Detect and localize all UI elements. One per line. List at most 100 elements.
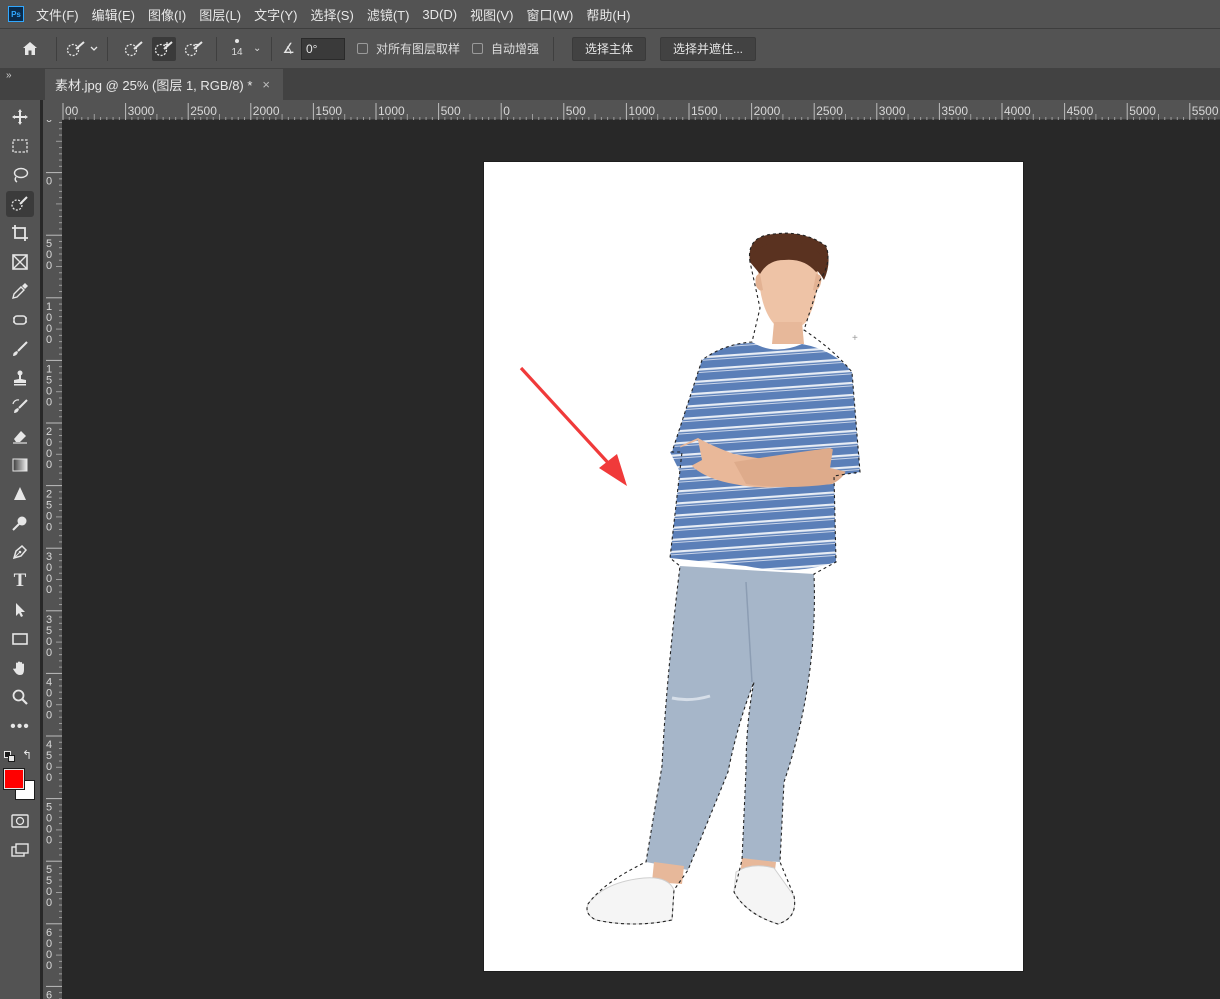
frame-icon[interactable] [6, 249, 34, 275]
menu-image[interactable]: 图像(I) [148, 5, 186, 24]
menu-type[interactable]: 文字(Y) [254, 5, 297, 24]
ruler-label: 2500 [190, 104, 217, 118]
gradient-icon[interactable] [6, 452, 34, 478]
options-bar: 14 ⌄ ∡ 0° 对所有图层取样 自动增强 选择主体 选择并遮住... [0, 28, 1220, 68]
ruler-label: 00 [65, 104, 79, 118]
screen-mode-icon[interactable] [6, 837, 34, 863]
separator [107, 36, 108, 61]
angle-icon: ∡ [282, 40, 295, 56]
menu-help[interactable]: 帮助(H) [586, 5, 630, 24]
chevron-down-icon: ⌄ [253, 43, 262, 54]
zoom-icon[interactable] [6, 684, 34, 710]
rectangle-icon[interactable] [6, 626, 34, 652]
swap-colors-icon[interactable]: ↰ [22, 748, 32, 762]
path-selection-icon[interactable] [6, 597, 34, 623]
home-icon[interactable] [18, 37, 42, 61]
tool-preset-picker[interactable] [63, 37, 101, 61]
crop-icon[interactable] [6, 220, 34, 246]
separator [56, 36, 57, 61]
ruler-label: 6000 [46, 927, 52, 972]
ruler-label: 500 [46, 238, 52, 272]
ruler-label: 3000 [879, 104, 906, 118]
ruler-label: 500 [441, 104, 461, 118]
ruler-label: 5000 [46, 802, 52, 847]
clone-stamp-icon[interactable] [6, 365, 34, 391]
eyedropper-icon[interactable] [6, 278, 34, 304]
ruler-label: 2000 [253, 104, 280, 118]
tools-panel: T ••• ↰ [0, 100, 40, 999]
select-and-mask-button[interactable]: 选择并遮住... [660, 36, 757, 61]
dodge-icon[interactable] [6, 510, 34, 536]
ruler-label: 5500 [1192, 104, 1219, 118]
foreground-color-swatch[interactable] [3, 768, 25, 790]
photo-person [586, 232, 861, 925]
ruler-label: 4000 [1004, 104, 1031, 118]
select-subject-button[interactable]: 选择主体 [571, 36, 646, 61]
ruler-label: 2000 [46, 426, 52, 471]
move-icon[interactable] [6, 104, 34, 130]
history-brush-icon[interactable] [6, 394, 34, 420]
new-selection-icon[interactable] [122, 37, 146, 61]
annotation-arrow [519, 366, 627, 486]
brush-size-value: 14 [231, 47, 243, 58]
horizontal-ruler[interactable]: 00 3000 2500 2000 1500 1000 500 0 500 1000 1500 200… [62, 100, 1220, 120]
quick-selection-icon[interactable] [6, 191, 34, 217]
blur-icon[interactable] [6, 481, 34, 507]
ruler-label: 2500 [46, 489, 52, 534]
cursor-crosshair-icon: + [852, 333, 858, 344]
vertical-ruler[interactable]: 0 0 500 1000 1500 2000 2500 3000 3500 4000 4500 500… [43, 120, 62, 999]
ruler-label: 3500 [941, 104, 968, 118]
menu-filter[interactable]: 滤镜(T) [367, 5, 410, 24]
separator [552, 36, 554, 61]
document-canvas[interactable] [484, 162, 1023, 971]
menu-view[interactable]: 视图(V) [470, 5, 513, 24]
menu-window[interactable]: 窗口(W) [526, 5, 573, 24]
brush-tip-icon [235, 39, 239, 43]
checkbox-box [356, 43, 368, 54]
brush-size-picker[interactable]: 14 ⌄ [229, 39, 261, 58]
subtract-from-selection-icon[interactable] [182, 37, 206, 61]
ruler-label: 5000 [1129, 104, 1156, 118]
quick-mask-icon[interactable] [6, 808, 34, 834]
hand-icon[interactable] [6, 655, 34, 681]
ruler-label: 1500 [46, 363, 52, 408]
expand-panel-icon[interactable]: » [6, 70, 12, 81]
add-to-selection-icon[interactable] [152, 36, 176, 61]
ruler-label: 0 [503, 104, 510, 118]
healing-brush-icon[interactable] [6, 307, 34, 333]
angle-input[interactable]: 0° [300, 37, 345, 60]
vertical-ruler-ticks: 0 0 500 1000 1500 2000 2500 3000 3500 4000 4500 500… [46, 120, 62, 999]
menu-layer[interactable]: 图层(L) [199, 5, 241, 24]
document-tab-title: 素材.jpg @ 25% (图层 1, RGB/8) * [55, 78, 253, 93]
menu-select[interactable]: 选择(S) [310, 5, 353, 24]
ruler-label: 3000 [46, 551, 52, 596]
checkbox-box [471, 43, 483, 54]
ruler-label: 1500 [315, 104, 342, 118]
auto-enhance-checkbox[interactable]: 自动增强 [471, 40, 539, 57]
brush-icon[interactable] [6, 336, 34, 362]
ruler-label: 3000 [128, 104, 155, 118]
eraser-icon[interactable] [6, 423, 34, 449]
close-tab-icon[interactable]: × [262, 77, 270, 92]
horizontal-ruler-ticks: 00 3000 2500 2000 1500 1000 500 0 500 1000 1500 200… [62, 103, 1219, 120]
ruler-label: 1000 [378, 104, 405, 118]
pen-icon[interactable] [6, 539, 34, 565]
ruler-label: 5500 [46, 864, 52, 909]
photoshop-logo-icon: Ps [8, 6, 24, 22]
more-tools-icon[interactable]: ••• [6, 714, 34, 740]
type-icon[interactable]: T [6, 568, 34, 594]
separator [216, 36, 217, 61]
ruler-label: 4000 [46, 676, 52, 721]
menu-3d[interactable]: 3D(D) [422, 7, 457, 22]
ruler-label: 65 [46, 989, 52, 999]
ruler-label: 4500 [46, 739, 52, 784]
menu-file[interactable]: 文件(F) [36, 5, 79, 24]
default-colors-icon[interactable] [4, 751, 16, 763]
menu-edit[interactable]: 编辑(E) [92, 5, 135, 24]
sample-all-layers-checkbox[interactable]: 对所有图层取样 [356, 40, 460, 57]
document-tab[interactable]: 素材.jpg @ 25% (图层 1, RGB/8) * × [45, 69, 283, 100]
ruler-label: 500 [566, 104, 586, 118]
ruler-label: 2500 [816, 104, 843, 118]
marquee-icon[interactable] [6, 133, 34, 159]
lasso-icon[interactable] [6, 162, 34, 188]
